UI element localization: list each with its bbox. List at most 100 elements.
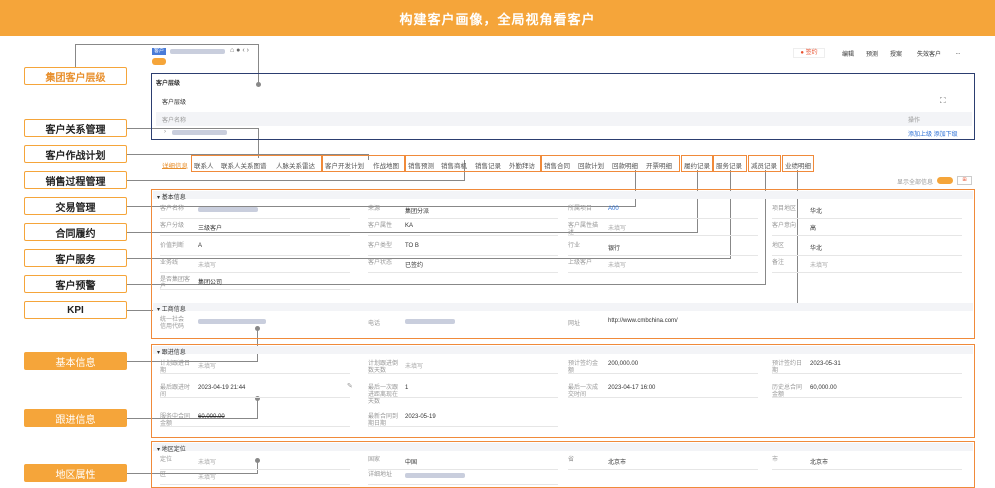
label-sales: 销售过程管理	[24, 171, 127, 189]
field-value: 未填写	[810, 263, 829, 269]
expand-icon[interactable]: ⛶	[940, 96, 946, 106]
field-value: A	[198, 243, 203, 249]
field-divider	[368, 255, 558, 256]
field-value: 未填写	[198, 475, 217, 481]
field-key: 备注	[772, 260, 785, 266]
field-key: 来源	[368, 206, 381, 212]
field-key: 上级客户	[568, 260, 593, 266]
field-key: 业务线	[160, 260, 179, 266]
customer-name-blurred	[170, 49, 225, 54]
field-divider	[160, 469, 350, 470]
field-value: 银行	[608, 246, 621, 252]
field-value: 未填写	[198, 460, 217, 466]
field-value: 北京市	[608, 460, 627, 466]
website-value[interactable]: http://www.cmbchina.com/	[608, 318, 678, 324]
business-info-header	[153, 303, 973, 311]
field-divider	[772, 272, 962, 273]
field-key: 市	[772, 457, 779, 463]
hierarchy-table-header	[156, 112, 972, 126]
field-divider	[772, 373, 962, 374]
status-pill	[152, 58, 166, 65]
label-basic: 基本信息	[24, 352, 127, 370]
field-divider	[772, 397, 962, 398]
forecast-button[interactable]: 预测	[862, 48, 882, 58]
field-key: 网址	[568, 321, 581, 327]
show-all-label: 显示全部信息	[897, 180, 934, 186]
row-expand-icon[interactable]: ›	[164, 129, 166, 135]
field-divider	[368, 373, 558, 374]
field-divider	[772, 218, 962, 219]
customer-tag: 客户	[152, 48, 166, 55]
field-value: 未填写	[198, 364, 217, 370]
edit-button[interactable]: 编辑	[838, 48, 858, 58]
field-value: 集团公司	[198, 280, 223, 286]
field-divider	[568, 235, 758, 236]
field-value: 未填写	[608, 226, 627, 232]
field-key: 项目地区	[772, 206, 797, 212]
banner-title: 构建客户画像，全局视角看客户	[0, 0, 995, 36]
label-contract: 合同履约	[24, 223, 127, 241]
customer-name-blurred	[172, 130, 227, 135]
field-value: 未填写	[405, 364, 424, 370]
field-key: 行业	[568, 243, 581, 249]
field-value: 高	[810, 226, 817, 232]
invalid-customer-button[interactable]: 失效客户	[910, 48, 948, 58]
case-button[interactable]: 授案	[886, 48, 906, 58]
field-divider	[368, 484, 558, 485]
label-relation: 客户关系管理	[24, 119, 127, 137]
label-battle: 客户作战计划	[24, 145, 127, 163]
field-key: 所属项目	[568, 206, 593, 212]
field-value: 三级客户	[198, 226, 223, 232]
value-blurred	[405, 473, 465, 478]
field-key: 电话	[368, 321, 381, 327]
field-value: 2023-04-19 21:44	[198, 385, 246, 391]
label-warning: 客户预警	[24, 275, 127, 293]
label-follow: 跟进信息	[24, 409, 127, 427]
field-value: 华北	[810, 209, 823, 215]
field-key: 定位	[160, 457, 173, 463]
field-key: 区	[160, 472, 167, 478]
field-key: 客户类型	[368, 243, 393, 249]
field-divider	[568, 373, 758, 374]
follow-info-title-text: 跟进信息	[161, 350, 186, 356]
field-value: 2023-05-19	[405, 414, 436, 420]
nav-arrows-icon[interactable]: ⌂ ● ‹ ›	[230, 47, 249, 54]
field-divider	[368, 469, 558, 470]
field-divider	[368, 272, 558, 273]
contract-tab-highlight	[681, 155, 713, 172]
add-parent-child-links[interactable]: 添加上级 添加下级	[908, 129, 958, 138]
field-divider	[568, 255, 758, 256]
field-key: 客户意向	[772, 223, 797, 229]
basic-info-title: ▾ 基本信息	[157, 195, 186, 201]
field-divider	[160, 255, 350, 256]
business-info-title-text: 工商信息	[161, 307, 186, 313]
service-tab-highlight	[713, 155, 747, 172]
col-op: 操作	[908, 118, 921, 124]
field-value: 1	[405, 385, 409, 391]
edit-icon[interactable]: ✎	[347, 382, 353, 390]
show-all-toggle[interactable]	[937, 177, 953, 184]
relation-tabs-highlight	[191, 155, 322, 172]
field-key: 详细地址	[368, 472, 393, 478]
trade-tabs-highlight	[541, 155, 680, 172]
business-info-title: ▾ 工商信息	[157, 307, 186, 313]
field-key: 价值判断	[160, 243, 185, 249]
label-group-level: 集团客户层级	[24, 67, 127, 85]
more-button[interactable]: ...	[952, 48, 964, 58]
field-divider	[160, 373, 350, 374]
field-divider	[368, 218, 558, 219]
battle-tabs-highlight	[322, 155, 405, 172]
warning-tab-highlight	[748, 155, 781, 172]
field-value: KA	[405, 223, 414, 229]
signed-status[interactable]: ● 签约	[793, 48, 825, 58]
field-value: 60,000.00	[810, 385, 837, 391]
field-divider	[772, 255, 962, 256]
connector	[127, 180, 464, 181]
connector	[75, 44, 258, 45]
field-divider	[368, 426, 558, 427]
field-value: 集团分派	[405, 209, 430, 215]
follow-info-header	[153, 346, 973, 354]
field-value: 2023-04-17 16:00	[608, 385, 656, 391]
phone-blurred	[405, 319, 455, 324]
layout-toggle-icon[interactable]: ⊞	[957, 176, 972, 185]
